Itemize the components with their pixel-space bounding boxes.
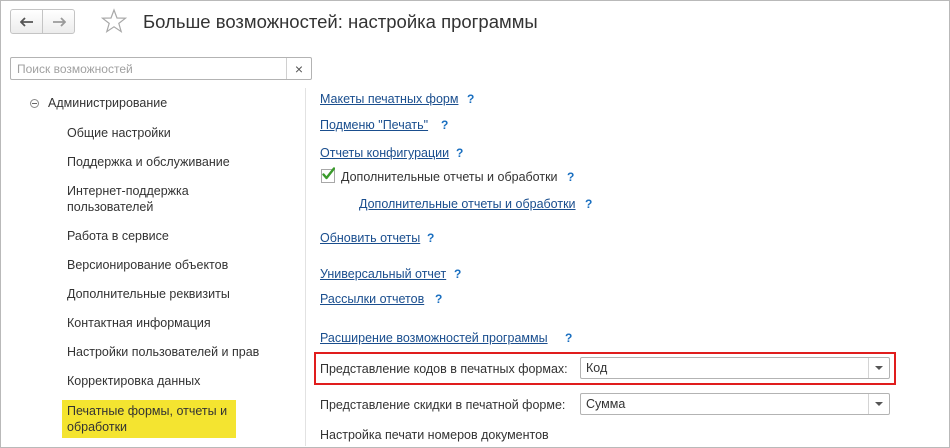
chevron-down-icon xyxy=(875,365,883,370)
star-icon xyxy=(100,8,128,34)
sidebar-item-support[interactable]: Поддержка и обслуживание xyxy=(67,154,230,170)
close-icon: × xyxy=(294,60,304,77)
link-print-layouts[interactable]: Макеты печатных форм xyxy=(320,92,458,106)
panel-divider xyxy=(305,88,306,446)
search-box: × xyxy=(10,57,312,80)
link-print-submenu[interactable]: Подменю "Печать" xyxy=(320,118,428,132)
discount-representation-select[interactable]: Сумма xyxy=(580,393,890,415)
link-report-mailings[interactable]: Рассылки отчетов xyxy=(320,292,424,306)
sidebar-item-service[interactable]: Работа в сервисе xyxy=(67,228,169,244)
help-print-submenu[interactable]: ? xyxy=(441,118,448,132)
help-additional-reports-checkbox[interactable]: ? xyxy=(567,170,574,184)
clear-search-button[interactable]: × xyxy=(286,58,311,79)
help-extensions[interactable]: ? xyxy=(565,331,572,345)
dropdown-button[interactable] xyxy=(868,358,889,378)
codes-select-value: Код xyxy=(586,361,608,375)
dropdown-button[interactable] xyxy=(868,394,889,414)
link-extensions[interactable]: Расширение возможностей программы xyxy=(320,331,548,345)
forward-button[interactable] xyxy=(42,9,75,34)
additional-reports-checkbox-label: Дополнительные отчеты и обработки xyxy=(341,170,558,184)
help-print-layouts[interactable]: ? xyxy=(467,92,474,106)
collapse-icon[interactable] xyxy=(30,98,39,108)
checkmark-icon xyxy=(322,167,335,180)
discount-field-label: Представление скидки в печатной форме: xyxy=(320,398,566,412)
link-universal-report[interactable]: Универсальный отчет xyxy=(320,267,446,281)
sidebar-item-general-settings[interactable]: Общие настройки xyxy=(67,125,171,141)
arrow-left-icon xyxy=(19,16,33,27)
page-title: Больше возможностей: настройка программы xyxy=(143,11,538,32)
help-update-reports[interactable]: ? xyxy=(427,231,434,245)
tree-group-administration[interactable]: Администрирование xyxy=(30,96,167,110)
search-input[interactable] xyxy=(11,58,287,79)
help-additional-reports-link[interactable]: ? xyxy=(585,197,592,211)
link-additional-reports[interactable]: Дополнительные отчеты и обработки xyxy=(359,197,576,211)
sidebar-item-internet-support[interactable]: Интернет-поддержка пользователей xyxy=(67,183,217,215)
favorite-star-button[interactable] xyxy=(100,8,128,34)
arrow-right-icon xyxy=(52,16,66,27)
help-universal-report[interactable]: ? xyxy=(454,267,461,281)
discount-select-value: Сумма xyxy=(586,397,626,411)
sidebar-item-data-correction[interactable]: Корректировка данных xyxy=(67,373,200,389)
chevron-down-icon xyxy=(875,401,883,406)
sidebar-item-versioning[interactable]: Версионирование объектов xyxy=(67,257,228,273)
help-report-mailings[interactable]: ? xyxy=(435,292,442,306)
link-config-reports[interactable]: Отчеты конфигурации xyxy=(320,146,449,160)
back-button[interactable] xyxy=(10,9,43,34)
sidebar-item-user-settings[interactable]: Настройки пользователей и прав xyxy=(67,344,259,360)
sidebar-item-contact-info[interactable]: Контактная информация xyxy=(67,315,211,331)
doc-numbers-heading: Настройка печати номеров документов xyxy=(320,428,549,442)
sidebar-item-print-forms[interactable]: Печатные формы, отчеты и обработки xyxy=(62,400,236,438)
help-config-reports[interactable]: ? xyxy=(456,146,463,160)
sidebar-item-additional-attributes[interactable]: Дополнительные реквизиты xyxy=(67,286,230,302)
codes-representation-select[interactable]: Код xyxy=(580,357,890,379)
codes-field-label: Представление кодов в печатных формах: xyxy=(320,362,568,376)
tree-group-label: Администрирование xyxy=(48,96,168,110)
additional-reports-checkbox[interactable] xyxy=(321,167,335,183)
link-update-reports[interactable]: Обновить отчеты xyxy=(320,231,420,245)
